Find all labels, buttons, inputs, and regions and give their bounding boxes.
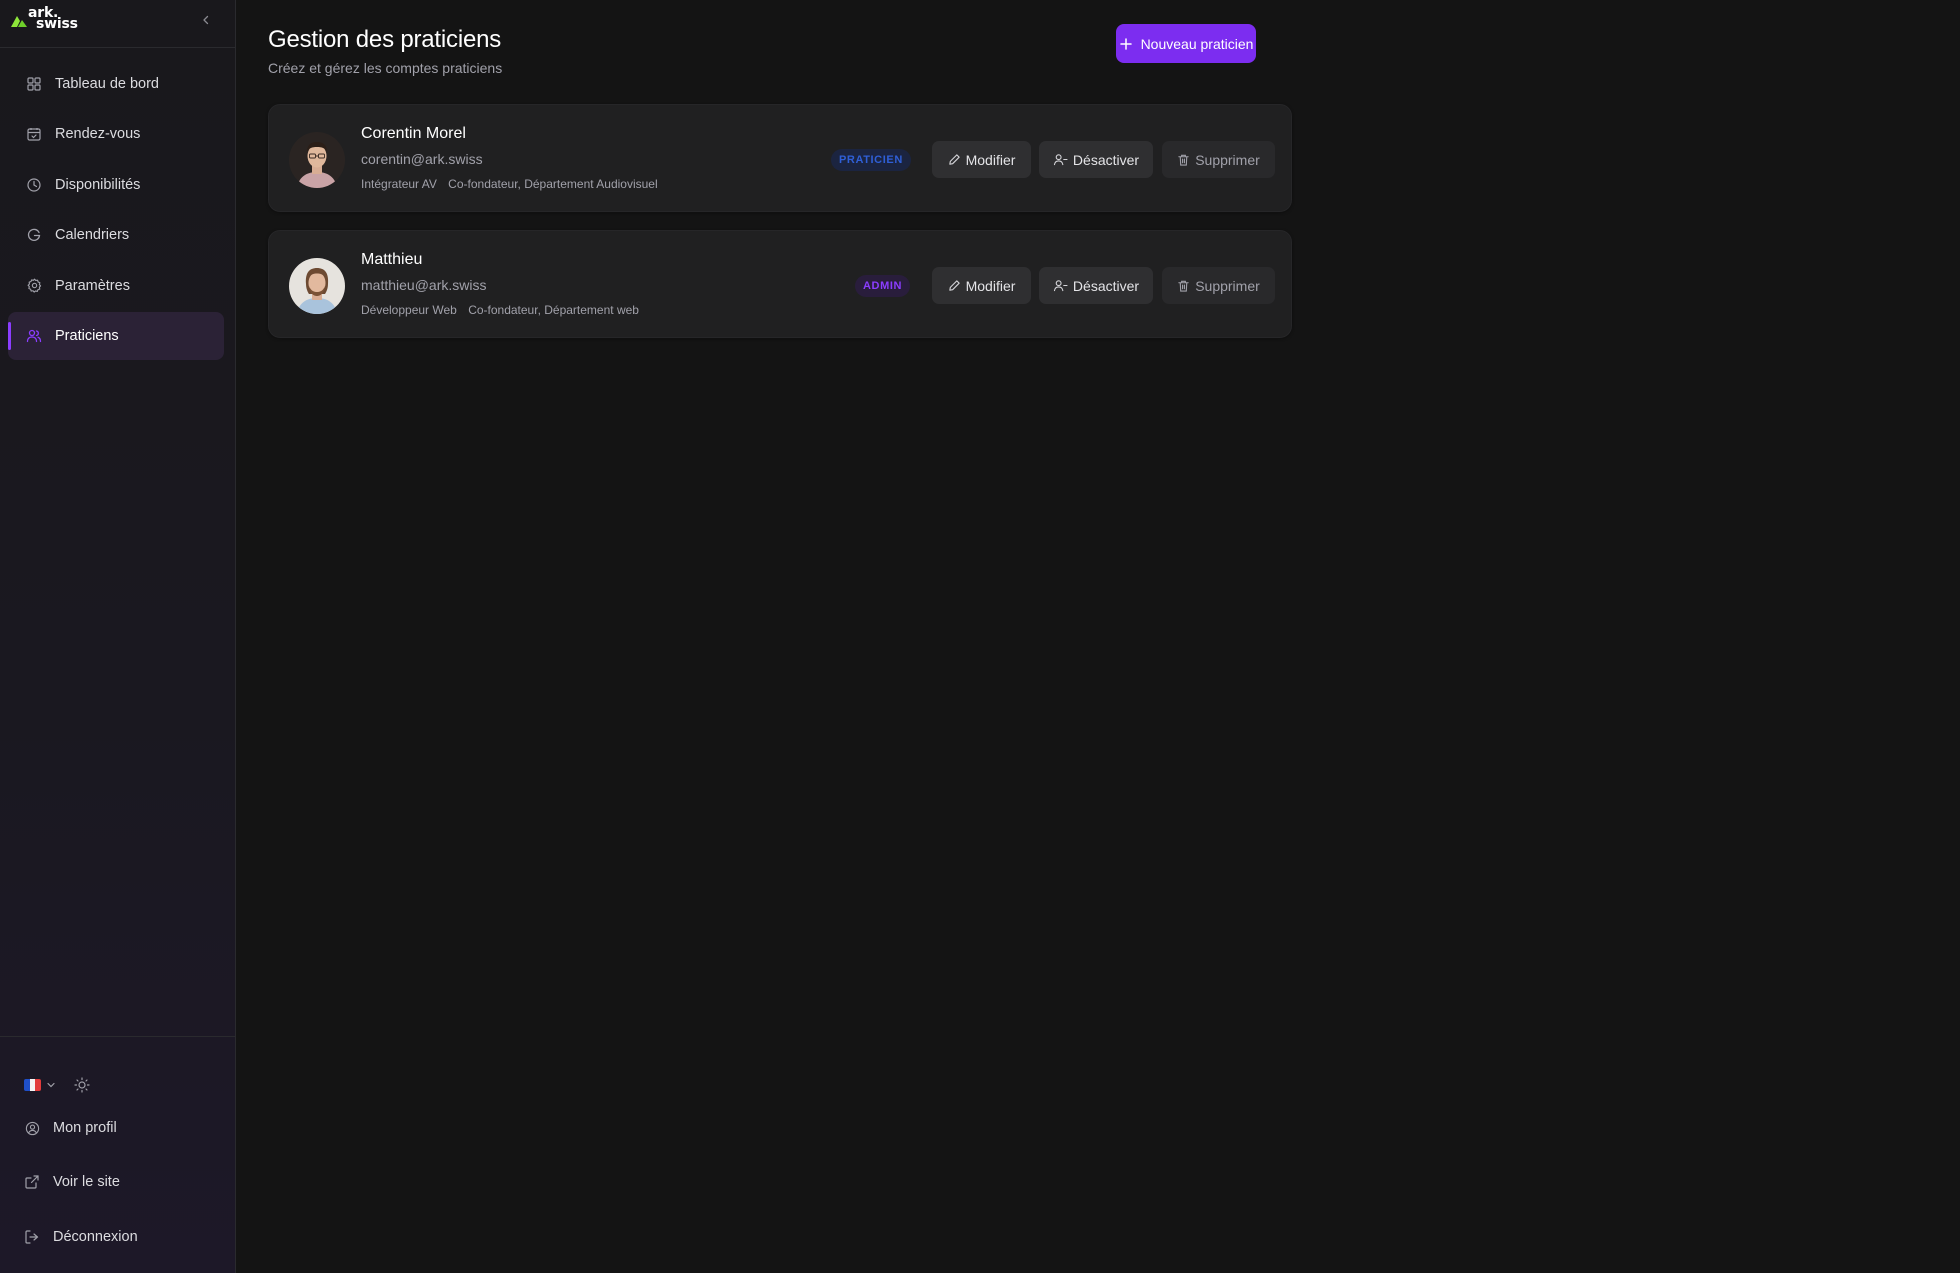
logo-mark-icon (11, 16, 27, 27)
plus-icon (1119, 37, 1133, 51)
page-subtitle: Créez et gérez les comptes praticiens (268, 60, 503, 76)
pencil-icon (948, 153, 961, 166)
practitioner-role: Développeur Web (361, 303, 457, 317)
ark-swiss-logo[interactable]: ark. swiss (10, 5, 84, 36)
modify-button[interactable]: Modifier (932, 267, 1031, 304)
sidebar-item-availability[interactable]: Disponibilités (8, 161, 224, 209)
chevron-down-icon (47, 1082, 55, 1088)
practitioner-meta: Intégrateur AV Co-fondateur, Département… (361, 177, 658, 191)
avatar (289, 132, 345, 188)
deactivate-button[interactable]: Désactiver (1039, 141, 1153, 178)
language-selector[interactable] (24, 1079, 56, 1091)
practitioner-name: Corentin Morel (361, 125, 466, 142)
sidebar-footer: Mon profil Voir le site Déconnexion (0, 1036, 236, 1273)
my-profile-label: Mon profil (53, 1120, 117, 1136)
preferences-row (24, 1077, 90, 1093)
sidebar-item-appointments[interactable]: Rendez-vous (8, 110, 224, 158)
deactivate-label: Désactiver (1072, 151, 1140, 168)
delete-label: Supprimer (1195, 277, 1260, 294)
sidebar-item-calendars[interactable]: Calendriers (8, 211, 224, 259)
logo-wordmark: ark. swiss (28, 5, 78, 32)
sidebar-item-dashboard[interactable]: Tableau de bord (8, 60, 224, 108)
modify-label: Modifier (965, 277, 1016, 294)
modify-button[interactable]: Modifier (932, 141, 1031, 178)
app-shell: ark. swiss Tableau de bord Rendez-vous D… (0, 0, 1960, 1273)
practitioner-description: Co-fondateur, Département web (468, 303, 639, 317)
deactivate-button[interactable]: Désactiver (1039, 267, 1153, 304)
calendar-check-icon (26, 126, 42, 142)
user-minus-icon (1053, 153, 1068, 166)
logout-icon (24, 1229, 40, 1245)
clock-icon (26, 177, 42, 193)
logout-label: Déconnexion (53, 1229, 138, 1245)
delete-label: Supprimer (1195, 151, 1260, 168)
brand-header: ark. swiss (0, 0, 236, 48)
trash-icon (1177, 279, 1190, 293)
modify-label: Modifier (965, 151, 1016, 168)
sidebar-item-label: Calendriers (55, 227, 130, 244)
google-calendar-icon (26, 227, 42, 243)
practitioner-name: Matthieu (361, 251, 423, 268)
new-practitioner-label: Nouveau praticien (1140, 35, 1254, 52)
practitioner-email: matthieu@ark.swiss (361, 277, 487, 293)
sidebar-item-settings[interactable]: Paramètres (8, 262, 224, 310)
sidebar-item-label: Disponibilités (55, 176, 141, 193)
practitioner-meta: Développeur Web Co-fondateur, Départemen… (361, 303, 639, 317)
sidebar-item-label: Praticiens (55, 327, 119, 344)
pencil-icon (948, 279, 961, 292)
france-flag-icon (24, 1079, 41, 1091)
logout-link[interactable]: Déconnexion (24, 1229, 138, 1245)
practitioner-description: Co-fondateur, Département Audiovisuel (448, 177, 658, 191)
delete-button[interactable]: Supprimer (1162, 267, 1275, 304)
practitioner-card: Corentin Morel corentin@ark.swiss Intégr… (268, 104, 1292, 212)
main-content: Gestion des praticiens Créez et gérez le… (236, 0, 1960, 1273)
role-badge: ADMIN (855, 275, 911, 297)
dashboard-grid-icon (26, 76, 42, 92)
practitioner-role: Intégrateur AV (361, 177, 437, 191)
sidebar-item-label: Tableau de bord (55, 76, 159, 92)
sidebar-item-practitioners[interactable]: Praticiens (8, 311, 224, 360)
practitioner-email: corentin@ark.swiss (361, 151, 483, 167)
collapse-sidebar-button[interactable] (196, 10, 216, 30)
page-title: Gestion des praticiens (268, 26, 502, 53)
view-site-link[interactable]: Voir le site (24, 1174, 120, 1190)
my-profile-link[interactable]: Mon profil (24, 1120, 117, 1136)
user-minus-icon (1053, 279, 1068, 292)
gear-icon (26, 278, 42, 294)
external-link-icon (24, 1174, 40, 1190)
sidebar-item-label: Paramètres (55, 277, 130, 294)
trash-icon (1177, 153, 1190, 167)
user-circle-icon (24, 1120, 40, 1136)
theme-toggle[interactable] (74, 1077, 90, 1093)
view-site-label: Voir le site (53, 1174, 120, 1190)
practitioner-card: Matthieu matthieu@ark.swiss Développeur … (268, 230, 1292, 338)
role-badge: PRATICIEN (831, 149, 911, 171)
sun-icon (74, 1077, 90, 1093)
deactivate-label: Désactiver (1072, 277, 1140, 294)
sidebar-item-label: Rendez-vous (55, 126, 141, 143)
delete-button[interactable]: Supprimer (1162, 141, 1275, 178)
avatar (289, 258, 345, 314)
chevron-left-icon (203, 15, 209, 25)
new-practitioner-button[interactable]: Nouveau praticien (1116, 24, 1256, 63)
sidebar: ark. swiss Tableau de bord Rendez-vous D… (0, 0, 236, 1273)
sidebar-nav: Tableau de bord Rendez-vous Disponibilit… (8, 60, 224, 362)
users-icon (26, 328, 42, 344)
